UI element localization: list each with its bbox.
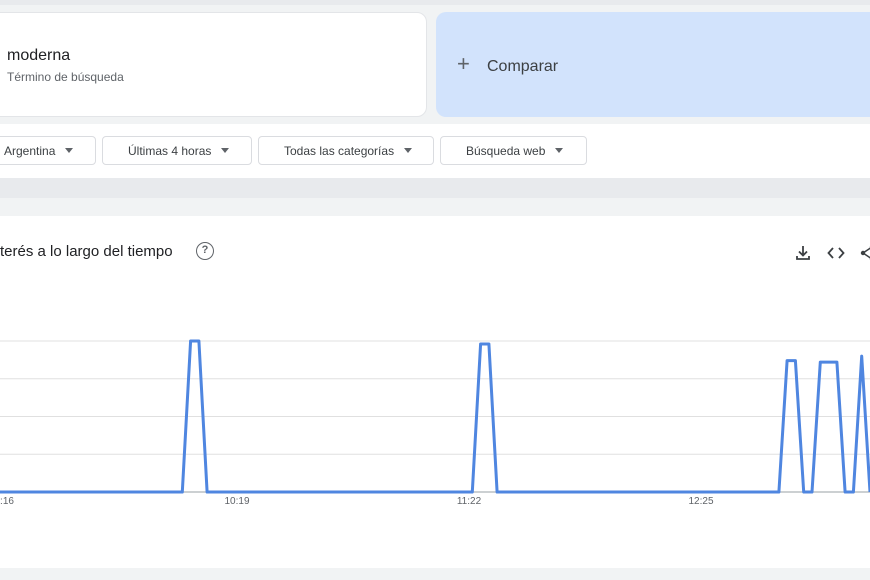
caret-down-icon [555, 148, 564, 153]
region-filter[interactable]: Argentina [0, 136, 96, 165]
search-term: moderna [7, 47, 71, 64]
time-range-filter[interactable]: Últimas 4 horas [102, 136, 252, 165]
x-tick-label: 11:22 [457, 496, 482, 507]
caret-down-icon [221, 148, 230, 153]
top-strip [0, 0, 870, 5]
filter-bar: Argentina Últimas 4 horas Todas las cate… [0, 124, 870, 178]
category-filter-label: Todas las categorías [284, 143, 395, 158]
x-tick-label: :16 [0, 496, 14, 507]
search-term-card[interactable]: moderna Término de búsqueda [0, 12, 427, 117]
caret-down-icon [65, 148, 74, 153]
section-gap [0, 178, 870, 198]
time-range-filter-label: Últimas 4 horas [128, 143, 212, 158]
bottom-strip [0, 568, 870, 580]
search-term-subtitle: Término de búsqueda [7, 70, 124, 84]
search-type-filter-label: Búsqueda web [466, 143, 546, 158]
x-tick-label: 12:25 [688, 496, 713, 507]
category-filter[interactable]: Todas las categorías [258, 136, 434, 165]
x-tick-label: 10:19 [224, 496, 249, 507]
compare-button[interactable]: + Comparar [436, 12, 870, 117]
compare-label: Comparar [487, 58, 559, 75]
interest-over-time-card: terés a lo largo del tiempo ? :16 10:19 11… [0, 216, 870, 568]
region-filter-label: Argentina [4, 143, 56, 158]
interest-chart: :16 10:19 11:22 12:25 [0, 339, 870, 507]
caret-down-icon [404, 148, 413, 153]
plus-icon: + [457, 51, 470, 76]
search-type-filter[interactable]: Búsqueda web [440, 136, 587, 165]
